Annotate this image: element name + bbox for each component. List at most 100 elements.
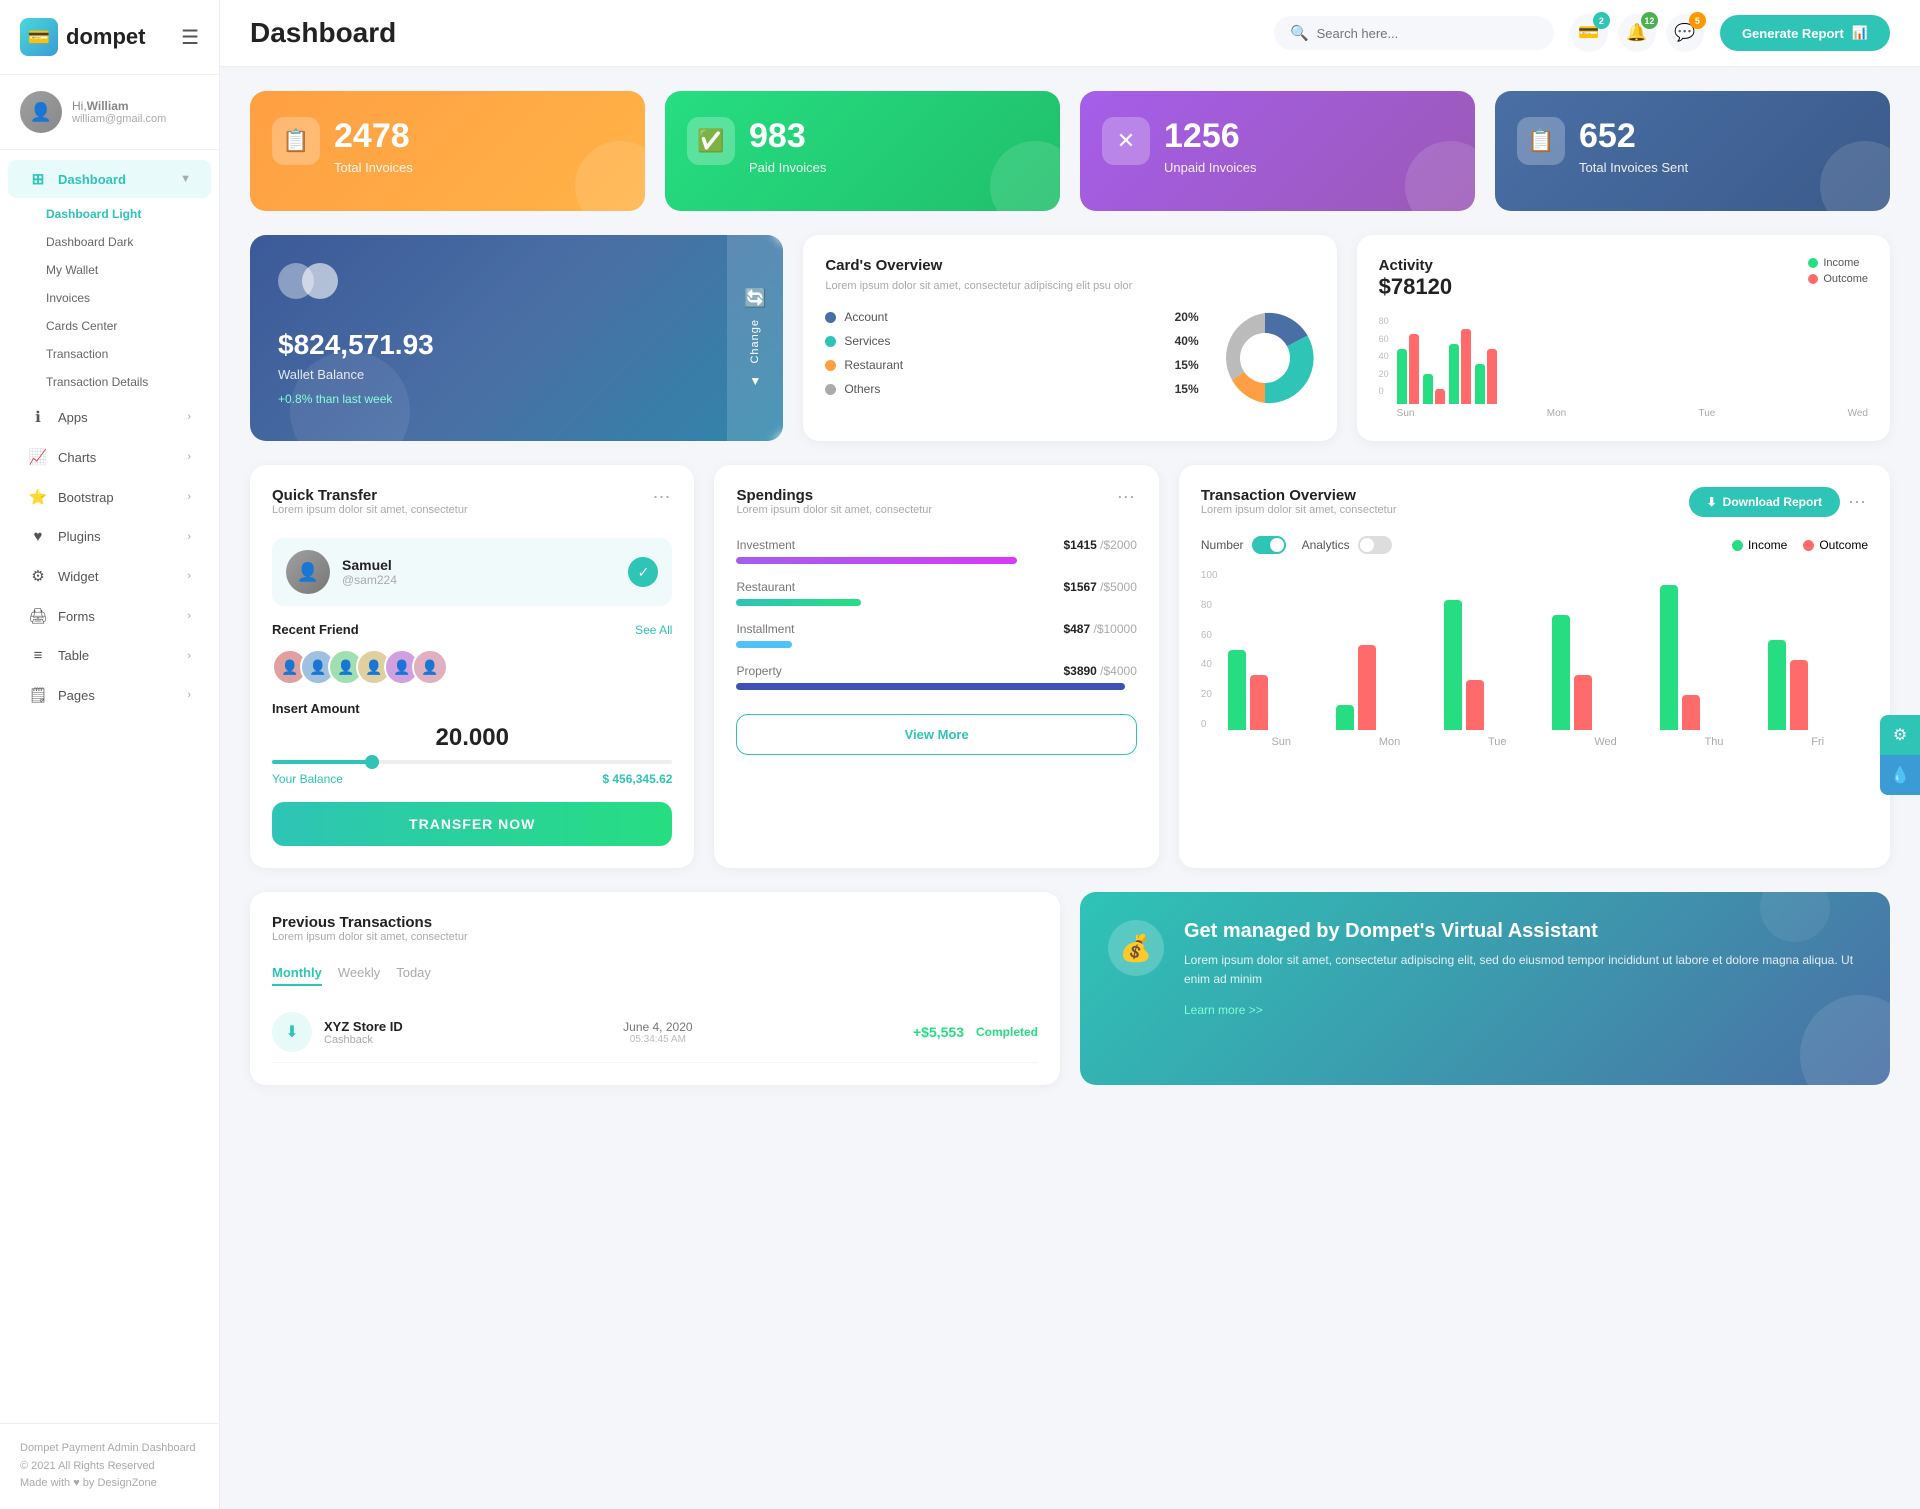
sidebar-item-forms[interactable]: 🖨 Forms ›: [8, 597, 211, 635]
x-label-tue: Tue: [1698, 408, 1715, 419]
transfer-user: 👤 Samuel @sam224 ✓: [272, 538, 672, 606]
services-pct: 40%: [1175, 334, 1199, 348]
tab-monthly[interactable]: Monthly: [272, 965, 322, 986]
logo-icon: 💳: [20, 18, 58, 56]
activity-title: Activity: [1379, 257, 1452, 274]
spending-bar: [736, 683, 1124, 690]
bar-income: [1397, 349, 1407, 404]
sidebar-item-plugins[interactable]: ♥ Plugins ›: [8, 518, 211, 555]
forms-icon: 🖨: [28, 607, 48, 625]
cards-overview-item-restaurant: Restaurant 15%: [825, 358, 1198, 372]
sidebar-item-pages[interactable]: 🗒 Pages ›: [8, 676, 211, 714]
prev-txn-title: Previous Transactions: [272, 914, 468, 931]
bar-group-fri: [1768, 640, 1868, 730]
outcome-legend-label: Outcome: [1819, 538, 1868, 552]
income-dot: [1808, 258, 1818, 268]
wallet-badge: 2: [1593, 12, 1610, 29]
notification-icon-button[interactable]: 🔔 12: [1618, 14, 1656, 52]
transfer-now-button[interactable]: TRANSFER NOW: [272, 802, 672, 846]
stat-card-paid-invoices: ✅ 983 Paid Invoices: [665, 91, 1060, 211]
chevron-right-icon: ›: [187, 650, 191, 662]
bar-group-mon: [1336, 645, 1436, 730]
sub-item-transaction-details[interactable]: Transaction Details: [36, 368, 219, 396]
sidebar-item-label: Plugins: [58, 529, 101, 544]
sidebar-item-charts[interactable]: 📈 Charts ›: [8, 438, 211, 476]
sub-item-dashboard-light[interactable]: Dashboard Light: [36, 200, 219, 228]
see-all-link[interactable]: See All: [635, 623, 672, 637]
spending-bar: [736, 599, 860, 606]
sidebar-item-label: Dashboard: [58, 172, 126, 187]
view-more-button[interactable]: View More: [736, 714, 1136, 755]
spending-bar: [736, 641, 792, 648]
txn-overview-subtitle: Lorem ipsum dolor sit amet, consectetur: [1201, 504, 1397, 516]
x-label-mon: Mon: [1379, 736, 1400, 748]
analytics-toggle[interactable]: [1358, 536, 1392, 554]
bar-outcome: [1790, 660, 1808, 730]
wallet-circles: [278, 263, 755, 299]
download-report-button[interactable]: ⬇ Download Report: [1689, 487, 1840, 517]
bar-income: [1444, 600, 1462, 730]
sidebar-item-apps[interactable]: ℹ Apps ›: [8, 398, 211, 436]
sub-item-cards-center[interactable]: Cards Center: [36, 312, 219, 340]
virtual-assistant-content: Get managed by Dompet's Virtual Assistan…: [1184, 920, 1862, 1017]
search-icon: 🔍: [1290, 24, 1309, 42]
prev-txn-tabs: Monthly Weekly Today: [272, 965, 1038, 986]
transfer-avatar: 👤: [286, 550, 330, 594]
amount-slider[interactable]: [272, 760, 672, 764]
txn-legend: Income Outcome: [1732, 538, 1868, 552]
chat-icon-button[interactable]: 💬 5: [1666, 14, 1704, 52]
hamburger-icon[interactable]: ☰: [181, 25, 199, 50]
spending-meta: Property $3890 /$4000: [736, 664, 1136, 678]
search-input[interactable]: [1317, 26, 1497, 41]
bar-chart-icon: 📊: [1852, 25, 1868, 41]
stat-card-sent-invoices: 📋 652 Total Invoices Sent: [1495, 91, 1890, 211]
friend-avatar-6[interactable]: 👤: [412, 649, 448, 685]
sidebar-item-widget[interactable]: ⚙ Widget ›: [8, 557, 211, 595]
wallet-icon-button[interactable]: 💳 2: [1570, 14, 1608, 52]
page-title: Dashboard: [250, 17, 396, 49]
sidebar-item-table[interactable]: ≡ Table ›: [8, 637, 211, 674]
txn-status: Completed: [976, 1025, 1038, 1039]
sub-item-invoices[interactable]: Invoices: [36, 284, 219, 312]
cards-overview-content: Account 20% Services 40% Restaurant 15%: [825, 308, 1314, 408]
spending-meta: Restaurant $1567 /$5000: [736, 580, 1136, 594]
settings-side-button[interactable]: ⚙: [1880, 715, 1920, 755]
others-pct: 15%: [1175, 382, 1199, 396]
more-options-icon[interactable]: ⋯: [652, 487, 672, 508]
sidebar-item-bootstrap[interactable]: ⭐ Bootstrap ›: [8, 478, 211, 516]
others-label: Others: [844, 382, 880, 396]
charts-icon: 📈: [28, 448, 48, 466]
user-profile: 👤 Hi,William william@gmail.com: [0, 75, 219, 150]
restaurant-dot: [825, 360, 836, 371]
topbar: Dashboard 🔍 💳 2 🔔 12 💬 5 Generate Report…: [220, 0, 1920, 67]
txn-more-options-icon[interactable]: ⋯: [1848, 492, 1868, 513]
activity-chart-container: 020406080: [1379, 316, 1868, 419]
side-actions: ⚙ 💧: [1880, 715, 1920, 795]
txn-y-axis: 020406080100: [1201, 570, 1222, 730]
apps-icon: ℹ: [28, 408, 48, 426]
sub-item-transaction[interactable]: Transaction: [36, 340, 219, 368]
bar-outcome: [1461, 329, 1471, 404]
wallet-change-label: Change: [749, 319, 761, 364]
topbar-icons: 💳 2 🔔 12 💬 5: [1570, 14, 1704, 52]
x-label-mon: Mon: [1547, 408, 1566, 419]
generate-report-button[interactable]: Generate Report 📊: [1720, 15, 1890, 51]
sub-item-dashboard-dark[interactable]: Dashboard Dark: [36, 228, 219, 256]
sidebar-item-dashboard[interactable]: ⊞ Dashboard ▼: [8, 160, 211, 198]
quick-transfer-header: Quick Transfer Lorem ipsum dolor sit ame…: [272, 487, 672, 532]
virtual-assistant-desc: Lorem ipsum dolor sit amet, consectetur …: [1184, 951, 1862, 989]
number-toggle[interactable]: [1252, 536, 1286, 554]
learn-more-link[interactable]: Learn more >>: [1184, 1003, 1862, 1017]
wallet-change-button[interactable]: 🔄 Change ▼: [727, 235, 783, 441]
stat-card-total-invoices: 📋 2478 Total Invoices: [250, 91, 645, 211]
tab-today[interactable]: Today: [396, 965, 431, 986]
chevron-right-icon: ›: [187, 689, 191, 701]
sub-item-my-wallet[interactable]: My Wallet: [36, 256, 219, 284]
spendings-title: Spendings: [736, 487, 932, 504]
spendings-more-options-icon[interactable]: ⋯: [1117, 487, 1137, 508]
tab-weekly[interactable]: Weekly: [338, 965, 380, 986]
theme-side-button[interactable]: 💧: [1880, 755, 1920, 795]
slider-thumb[interactable]: [365, 755, 379, 769]
bar-group-tue: [1449, 329, 1471, 404]
analytics-label: Analytics: [1302, 538, 1350, 552]
